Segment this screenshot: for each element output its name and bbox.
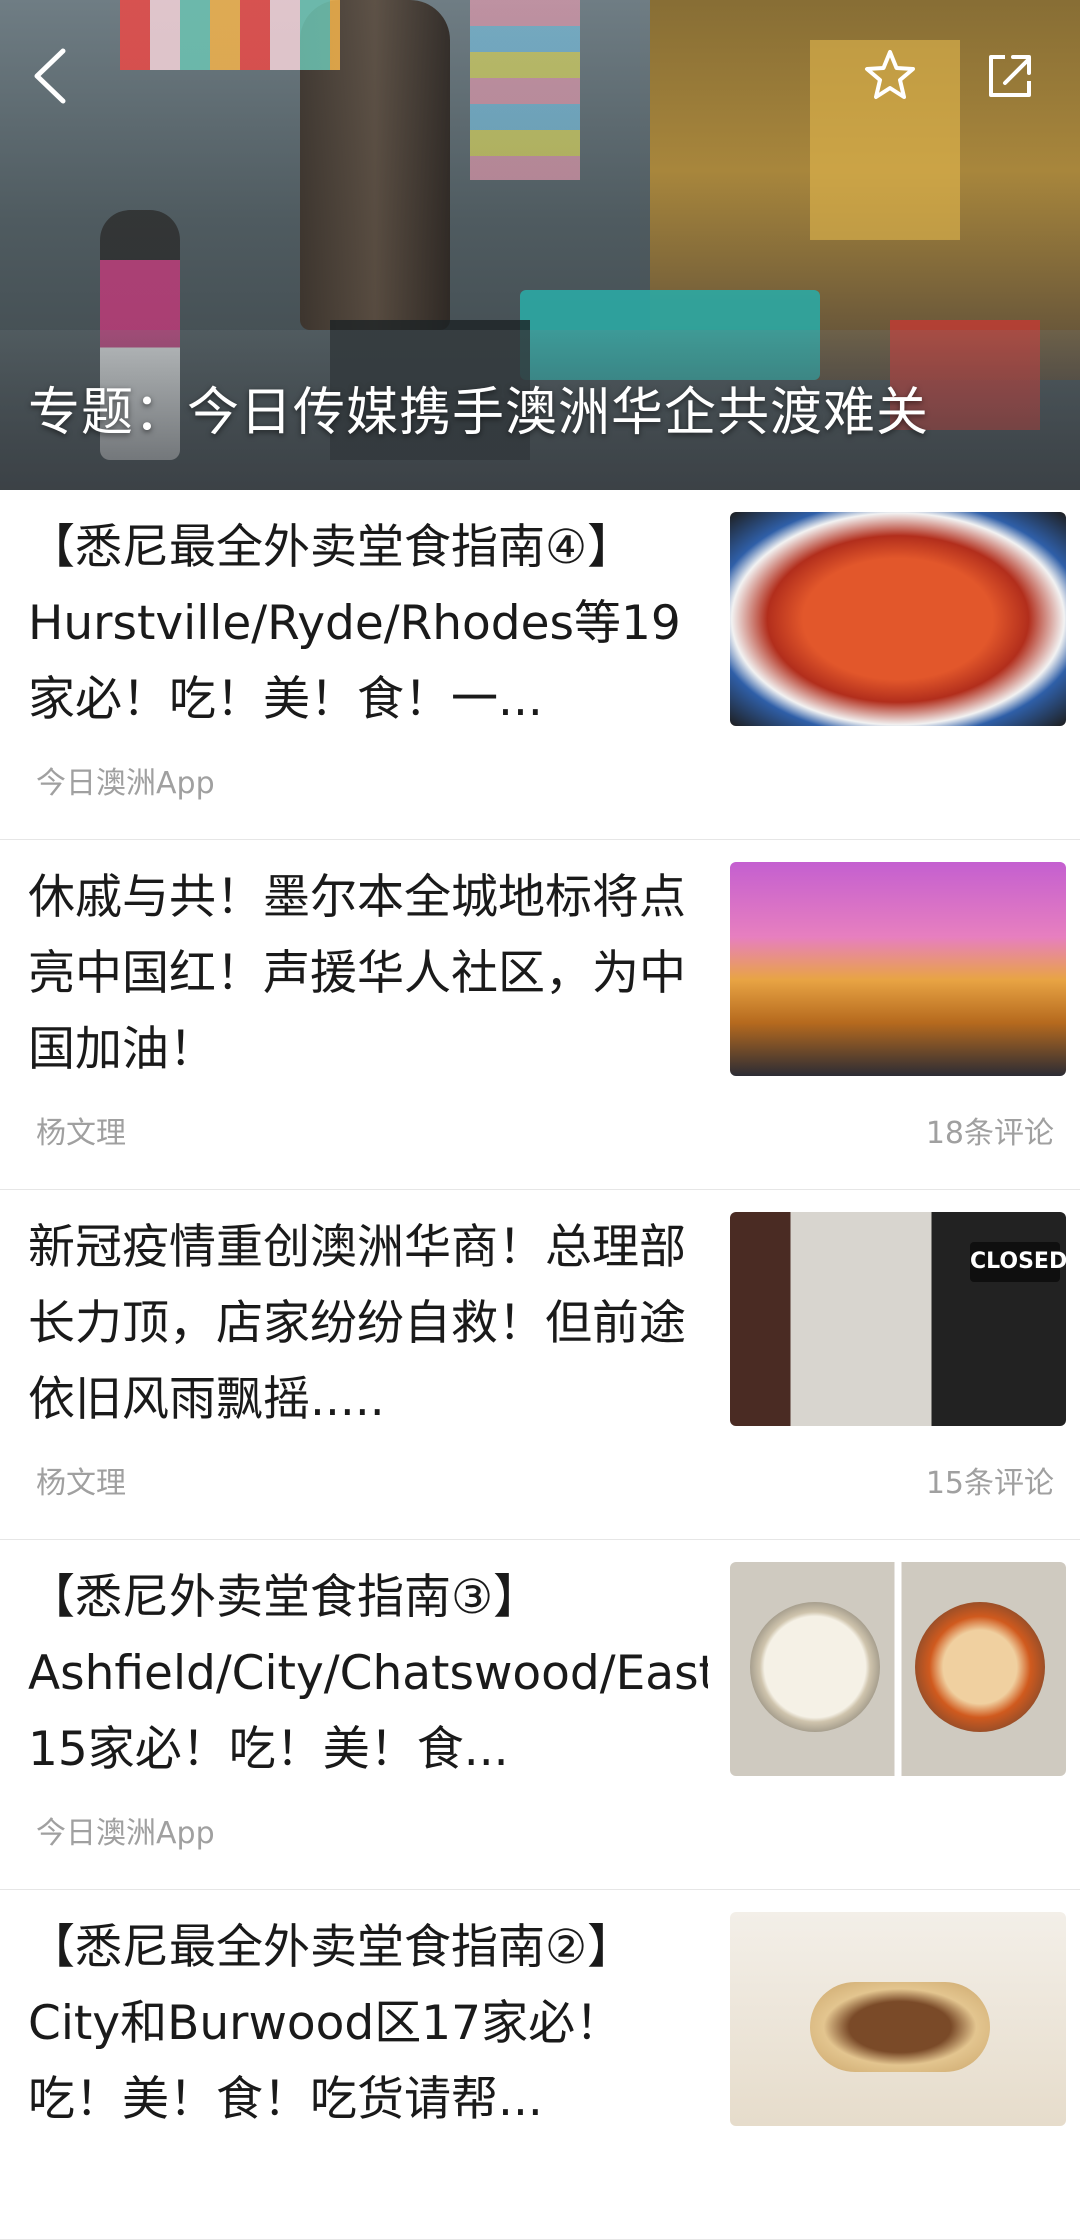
- article-item[interactable]: 【悉尼最全外卖堂食指南④】Hurstville/Ryde/Rhodes等19家必…: [0, 490, 1080, 840]
- lanterns-decoration: [470, 0, 580, 180]
- comment-count: 18条评论: [925, 1116, 1054, 1151]
- article-list: 【悉尼最全外卖堂食指南④】Hurstville/Ryde/Rhodes等19家必…: [0, 490, 1080, 2240]
- share-icon: [989, 55, 1031, 97]
- article-title: 新冠疫情重创澳洲华商！总理部长力顶，店家纷纷自救！但前途依旧风雨飘摇.....: [28, 1220, 686, 1427]
- article-source: 今日澳洲App: [36, 1816, 215, 1851]
- article-source: 杨文理: [36, 1116, 126, 1151]
- dumplings-image: [730, 1562, 1066, 1776]
- dumpling-bowl-decoration: [915, 1602, 1045, 1732]
- article-title: 休戚与共！墨尔本全城地标将点亮中国红！声援华人社区，为中国加油！: [28, 870, 686, 1077]
- food-dish-image: [730, 512, 1066, 726]
- article-source: 今日澳洲App: [36, 766, 215, 801]
- back-button[interactable]: [20, 46, 80, 106]
- star-outline-icon: [865, 50, 915, 99]
- article-title: 【悉尼最全外卖堂食指南④】Hurstville/Ryde/Rhodes等19家必…: [28, 520, 681, 727]
- article-title: 【悉尼最全外卖堂食指南②】City和Burwood区17家必！吃！美！食！吃货请…: [28, 1920, 635, 2127]
- closed-sign: CLOSED: [970, 1242, 1066, 1282]
- share-button[interactable]: [980, 46, 1040, 106]
- bread-decoration: [810, 1982, 990, 2072]
- closed-shop-image: CLOSED: [730, 1212, 1066, 1426]
- topic-banner[interactable]: 专题：今日传媒携手澳洲华企共渡难关: [0, 0, 1080, 490]
- dumpling-bowl-decoration: [750, 1602, 880, 1732]
- comment-count: 15条评论: [925, 1466, 1054, 1501]
- article-source: 杨文理: [36, 1466, 126, 1501]
- bread-image: [730, 1912, 1066, 2126]
- favorite-button[interactable]: [860, 46, 920, 106]
- article-item[interactable]: 【悉尼最全外卖堂食指南②】City和Burwood区17家必！吃！美！食！吃货请…: [0, 1890, 1080, 2240]
- flinders-station-image: [730, 862, 1066, 1076]
- article-item[interactable]: 新冠疫情重创澳洲华商！总理部长力顶，店家纷纷自救！但前途依旧风雨飘摇..... …: [0, 1190, 1080, 1540]
- article-item[interactable]: 【悉尼外卖堂食指南③】Ashfield/City/Chatswood/Eastw…: [0, 1540, 1080, 1890]
- banner-title: 专题：今日传媒携手澳洲华企共渡难关: [28, 383, 930, 443]
- article-item[interactable]: 休戚与共！墨尔本全城地标将点亮中国红！声援华人社区，为中国加油！ 杨文理 18条…: [0, 840, 1080, 1190]
- lanterns-decoration: [120, 0, 340, 70]
- chevron-left-icon: [34, 48, 66, 104]
- article-title: 【悉尼外卖堂食指南③】Ashfield/City/Chatswood/Eastw…: [28, 1570, 708, 1777]
